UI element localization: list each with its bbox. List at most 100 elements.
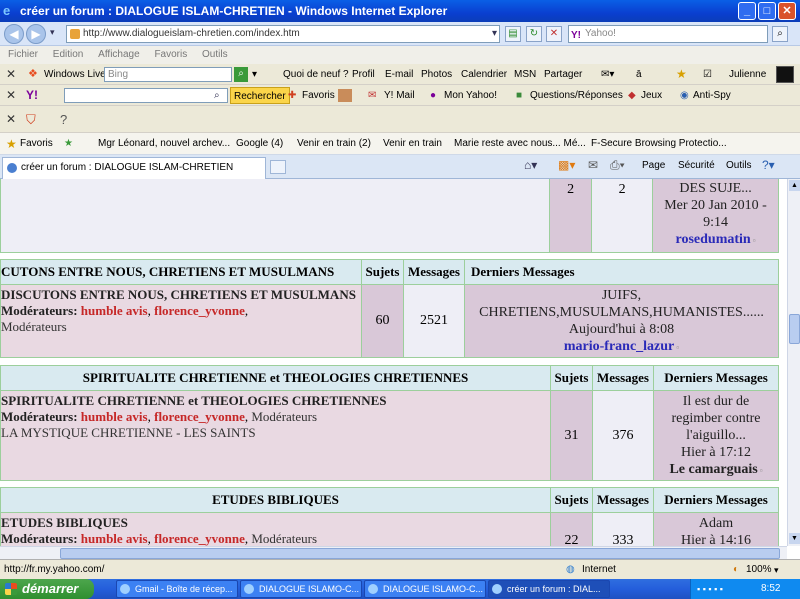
wl-link-photos[interactable]: Photos [421, 64, 452, 85]
last-message-user[interactable]: mario-franc_lazur ▫ [466, 338, 778, 356]
favorites-star-icon[interactable]: ★ [676, 64, 687, 85]
moderator-link[interactable]: humble avis [81, 531, 148, 546]
address-dropdown-icon[interactable]: ▾ [492, 26, 497, 42]
moderator-link[interactable]: humble avis [81, 409, 148, 424]
user-name[interactable]: Julienne [729, 64, 766, 85]
minimize-button[interactable]: _ [738, 2, 756, 20]
bing-search-icon[interactable]: ⌕ [234, 67, 248, 82]
back-button[interactable]: ◀ [4, 24, 24, 44]
zoom-dropdown-icon[interactable]: ▾ [774, 560, 779, 580]
yahoo-logo-icon[interactable]: Y! [26, 85, 38, 106]
compat-view-icon[interactable]: ▤ [505, 26, 521, 42]
fav-link-4[interactable]: Venir en train [383, 133, 442, 155]
print-icon[interactable]: ⎙▾ [610, 158, 625, 173]
refresh-icon[interactable]: ↻ [526, 26, 542, 42]
wl-link-partager[interactable]: Partager [544, 64, 582, 85]
jeux[interactable]: Jeux [641, 85, 662, 106]
moderator-link[interactable]: florence_yvonne [154, 409, 245, 424]
forum-name-link[interactable]: DISCUTONS ENTRE NOUS, CHRETIENS ET MUSUL… [1, 287, 361, 303]
vertical-scrollbar[interactable]: ▲ ▼ [787, 179, 800, 546]
wl-link-email[interactable]: E-mail [385, 64, 413, 85]
close-toolbar-icon[interactable]: ✕ [6, 64, 16, 85]
taskbar-item[interactable]: DIALOGUE ISLAMO-C... [240, 580, 362, 598]
menu-edition[interactable]: Edition [53, 49, 84, 60]
protected-mode-icon[interactable]: ◐ [733, 560, 739, 580]
search-input[interactable]: Y! Yahoo! [568, 25, 768, 43]
section-header[interactable]: SPIRITUALITE CHRETIENNE et THEOLOGIES CH… [0, 365, 551, 391]
address-input[interactable]: http://www.dialogueislam-chretien.com/in… [66, 25, 500, 43]
scroll-up-icon[interactable]: ▲ [789, 180, 800, 191]
yahoo-favoris[interactable]: Favoris [302, 85, 335, 106]
rss-icon[interactable]: ▩▾ [558, 158, 575, 172]
forum-name-link[interactable]: SPIRITUALITE CHRETIENNE et THEOLOGIES CH… [1, 393, 550, 409]
menu-fichier[interactable]: Fichier [8, 49, 38, 60]
add-favorite-icon[interactable]: ★ [64, 133, 73, 155]
history-dropdown-icon[interactable]: ▾ [50, 27, 55, 38]
last-message-line[interactable]: CHRETIENS,MUSULMANS,HUMANISTES...... [466, 304, 778, 321]
help-icon[interactable]: ?▾ [762, 158, 775, 172]
menu-securite[interactable]: Sécurité [678, 160, 715, 171]
subforum-link[interactable]: LA MYSTIQUE CHRETIENNE - LES SAINTS [1, 425, 550, 441]
section-header[interactable]: ETUDES BIBLIQUES [0, 487, 551, 513]
horizontal-scrollbar[interactable] [0, 546, 787, 559]
menu-outils-cmd[interactable]: Outils [726, 160, 752, 171]
home-icon[interactable]: ⌂▾ [524, 158, 537, 172]
avatar-icon[interactable] [338, 89, 352, 102]
last-message-user[interactable]: rosedumatin ▫ [653, 231, 778, 249]
moderator-link[interactable]: humble avis [81, 303, 148, 318]
taskbar-item-active[interactable]: créer un forum : DIAL... [488, 580, 610, 598]
moderator-link[interactable]: florence_yvonne [154, 531, 245, 546]
mail-icon[interactable]: ✉▾ [601, 64, 614, 85]
new-tab-button[interactable] [270, 160, 286, 174]
yahoo-search-input[interactable] [64, 88, 228, 103]
taskbar-item[interactable]: Gmail - Boîte de récep... [116, 580, 238, 598]
moderator-group[interactable]: Modérateurs [1, 319, 361, 335]
scroll-down-icon[interactable]: ▼ [789, 533, 800, 544]
last-message-line[interactable]: l'aiguillo... [654, 427, 778, 444]
moderator-group[interactable]: Modérateurs [251, 409, 317, 424]
close-button[interactable]: ✕ [778, 2, 796, 20]
addon-icon[interactable]: ⛉ [26, 106, 36, 133]
wl-link-news[interactable]: Quoi de neuf ? [283, 64, 349, 85]
avatar[interactable] [776, 66, 794, 83]
mon-yahoo[interactable]: Mon Yahoo! [444, 85, 497, 106]
menu-outils[interactable]: Outils [202, 49, 228, 60]
last-message-line[interactable]: Adam [654, 515, 778, 532]
fav-link-5[interactable]: Marie reste avec nous... Mé... [454, 133, 586, 155]
close-toolbar-icon[interactable]: ✕ [6, 106, 16, 133]
forward-button[interactable]: ▶ [26, 24, 46, 44]
taskbar-item[interactable]: DIALOGUE ISLAMO-C... [364, 580, 486, 598]
menu-favoris[interactable]: Favoris [154, 49, 187, 60]
bing-search-input[interactable]: Bing [104, 67, 232, 82]
horizontal-scroll-thumb[interactable] [60, 548, 780, 559]
wl-link-msn[interactable]: MSN [514, 64, 536, 85]
last-message-line[interactable]: Il est dur de [654, 393, 778, 410]
search-icon[interactable]: ⌕ [772, 26, 788, 42]
wl-link-profil[interactable]: Profil [352, 64, 375, 85]
vertical-scroll-thumb[interactable] [789, 314, 800, 344]
read-mail-icon[interactable]: ✉ [588, 158, 598, 172]
windows-live-brand[interactable]: Windows Live [44, 64, 106, 85]
yahoo-mail[interactable]: Y! Mail [384, 85, 415, 106]
menu-page[interactable]: Page [642, 160, 665, 171]
moderator-group[interactable]: Modérateurs [251, 531, 317, 546]
last-message-line[interactable]: JUIFS, [466, 287, 778, 304]
close-toolbar-icon[interactable]: ✕ [6, 85, 16, 106]
fav-link-6[interactable]: F-Secure Browsing Protectio... [591, 133, 727, 155]
tray-icons[interactable]: ▪ ▪ ▪ ▪ ▪ [697, 579, 723, 599]
bing-dropdown-icon[interactable]: ▾ [252, 64, 257, 85]
forum-name-link[interactable]: ETUDES BIBLIQUES [1, 515, 550, 531]
stop-icon[interactable]: ✕ [546, 26, 562, 42]
favoris-button[interactable]: Favoris [20, 133, 53, 155]
anti-spy[interactable]: Anti-Spy [693, 85, 731, 106]
last-message-line[interactable]: regimber contre [654, 410, 778, 427]
tab-active[interactable]: créer un forum : DIALOGUE ISLAM-CHRETIEN [2, 157, 266, 179]
fav-link-1[interactable]: Mgr Léonard, nouvel archev... [98, 133, 230, 155]
moderator-link[interactable]: florence_yvonne [154, 303, 245, 318]
fav-link-3[interactable]: Venir en train (2) [297, 133, 371, 155]
help-icon[interactable]: ? [60, 106, 67, 133]
zoom-level[interactable]: 100% [746, 560, 772, 580]
rechercher-button[interactable]: Rechercher [230, 87, 290, 104]
translate-icon[interactable]: ā [636, 64, 642, 85]
start-button[interactable]: démarrer [0, 579, 94, 599]
